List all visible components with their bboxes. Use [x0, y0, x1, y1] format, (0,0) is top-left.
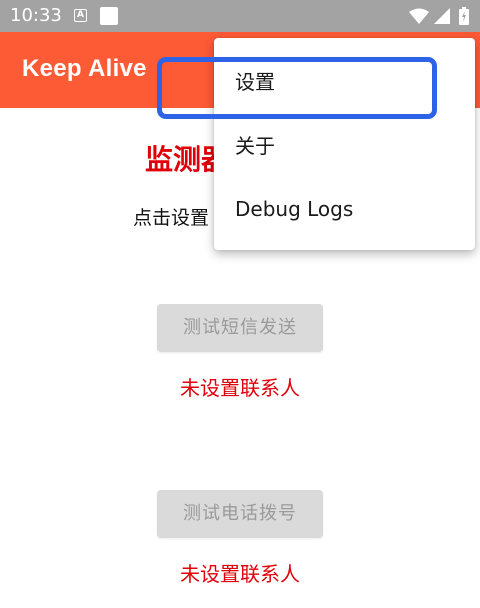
settings-hint-text: 点击设置 [133, 207, 210, 229]
test-sms-button[interactable]: 测试短信发送 [157, 304, 323, 352]
test-call-button[interactable]: 测试电话拨号 [157, 490, 323, 538]
battery-icon [459, 7, 469, 25]
wifi-icon [409, 8, 429, 24]
call-contact-status: 未设置联系人 [180, 562, 300, 586]
sms-contact-status: 未设置联系人 [180, 376, 300, 400]
square-notification-icon [100, 7, 118, 25]
menu-item-about[interactable]: 关于 [214, 114, 475, 178]
status-bar: 10:33 A [0, 0, 480, 32]
menu-item-debug-logs[interactable]: Debug Logs [214, 177, 475, 241]
cellular-signal-icon [434, 8, 450, 24]
a-notification-icon: A [74, 9, 87, 22]
status-time: 10:33 [10, 5, 62, 26]
menu-item-settings[interactable]: 设置 [214, 50, 475, 114]
overflow-menu: 设置 关于 Debug Logs [214, 38, 475, 250]
app-title: Keep Alive [22, 55, 147, 82]
